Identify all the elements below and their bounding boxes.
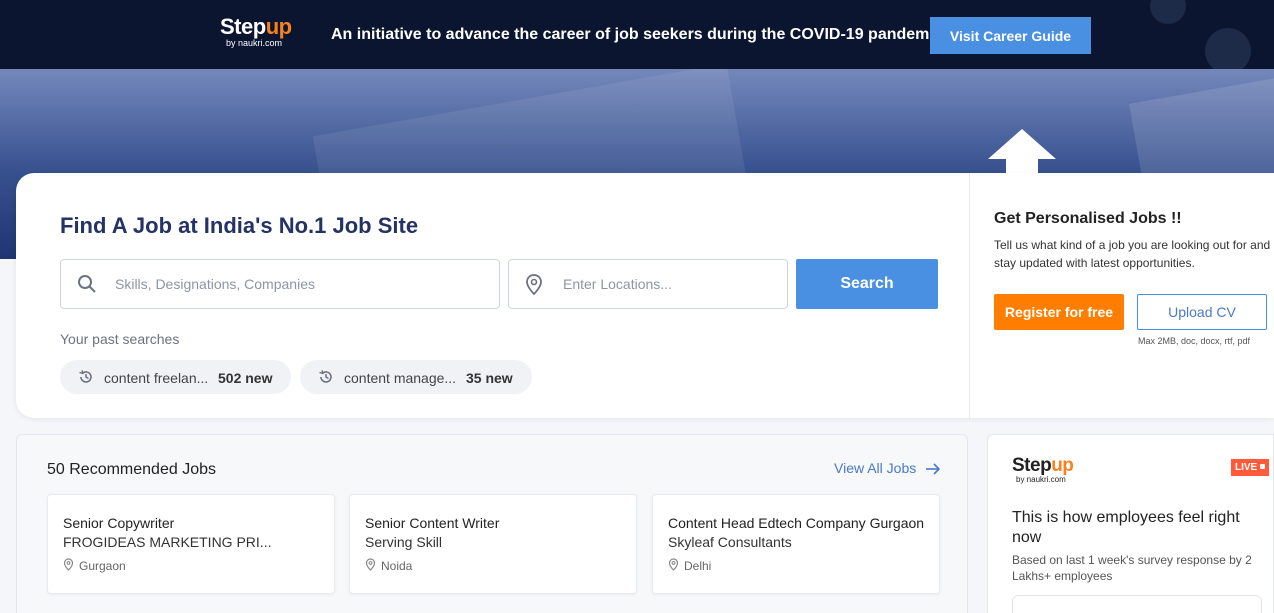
recommended-jobs-panel: 50 Recommended Jobs View All Jobs Senior…: [16, 434, 968, 613]
job-card[interactable]: Senior Copywriter FROGIDEAS MARKETING PR…: [47, 494, 335, 594]
top-banner: Stepup by naukri.com An initiative to ad…: [0, 0, 1274, 69]
location-pin-icon: [365, 558, 376, 571]
job-title: Content Head Edtech Company Gurgaon: [668, 515, 925, 531]
search-button[interactable]: Search: [796, 259, 938, 309]
past-search-count: 502 new: [218, 370, 273, 386]
upload-cv-button[interactable]: Upload CV: [1137, 294, 1267, 330]
stepup-headline: This is how employees feel right now: [1012, 509, 1240, 546]
location-pin-icon: [63, 558, 74, 571]
job-company: Serving Skill: [365, 534, 443, 550]
location-search-input[interactable]: Enter Locations...: [508, 259, 788, 309]
personalised-title: Get Personalised Jobs !!: [994, 210, 1182, 227]
search-card: Find A Job at India's No.1 Job Site Skil…: [16, 173, 1274, 418]
survey-box[interactable]: [1012, 595, 1262, 613]
stepup-logo: Stepup by naukri.com: [1012, 455, 1074, 484]
past-search-text: content manage...: [344, 370, 457, 386]
live-badge: LIVE: [1231, 459, 1270, 476]
location-pin-icon: [668, 558, 679, 571]
virus-decoration: [1205, 28, 1251, 69]
stepup-logo[interactable]: Stepup by naukri.com: [220, 14, 292, 48]
virus-decoration: [1150, 0, 1186, 24]
stepup-survey-panel: Stepup by naukri.com LIVE This is how em…: [987, 434, 1274, 613]
banner-text: An initiative to advance the career of j…: [331, 26, 943, 43]
arrow-right-icon[interactable]: [925, 462, 941, 476]
location-pin-icon: [526, 274, 542, 296]
upload-note: Max 2MB, doc, docx, rtf, pdf: [1138, 336, 1251, 346]
past-search-text: content freelan...: [104, 370, 209, 386]
personalised-description: Tell us what kind of a job you are looki…: [994, 238, 1271, 270]
job-title: Senior Copywriter: [63, 515, 175, 531]
past-search-chip[interactable]: content freelan... 502 new: [60, 360, 291, 394]
search-icon: [78, 275, 96, 293]
register-button[interactable]: Register for free: [994, 294, 1124, 330]
job-location: Noida: [381, 559, 413, 573]
history-icon: [319, 370, 332, 383]
past-searches-label: Your past searches: [60, 331, 180, 347]
divider: [969, 173, 970, 418]
history-icon: [79, 370, 92, 383]
visit-career-guide-button[interactable]: Visit Career Guide: [930, 17, 1091, 54]
job-title: Senior Content Writer: [365, 515, 500, 531]
past-search-chip[interactable]: content manage... 35 new: [300, 360, 532, 394]
job-company: FROGIDEAS MARKETING PRI...: [63, 534, 272, 550]
job-card[interactable]: Content Head Edtech Company Gurgaon Skyl…: [652, 494, 940, 594]
job-location: Gurgaon: [79, 559, 126, 573]
recommended-jobs-title: 50 Recommended Jobs: [47, 461, 216, 478]
page-title: Find A Job at India's No.1 Job Site: [60, 213, 419, 238]
job-location: Delhi: [684, 559, 712, 573]
location-placeholder: Enter Locations...: [563, 276, 672, 292]
stepup-description: Based on last 1 week's survey response b…: [1012, 553, 1252, 583]
job-card[interactable]: Senior Content Writer Serving Skill Noid…: [349, 494, 637, 594]
job-company: Skyleaf Consultants: [668, 534, 792, 550]
view-all-jobs-link[interactable]: View All Jobs: [834, 460, 916, 476]
skills-placeholder: Skills, Designations, Companies: [115, 276, 315, 292]
skills-search-input[interactable]: Skills, Designations, Companies: [60, 259, 500, 309]
past-search-count: 35 new: [466, 370, 513, 386]
